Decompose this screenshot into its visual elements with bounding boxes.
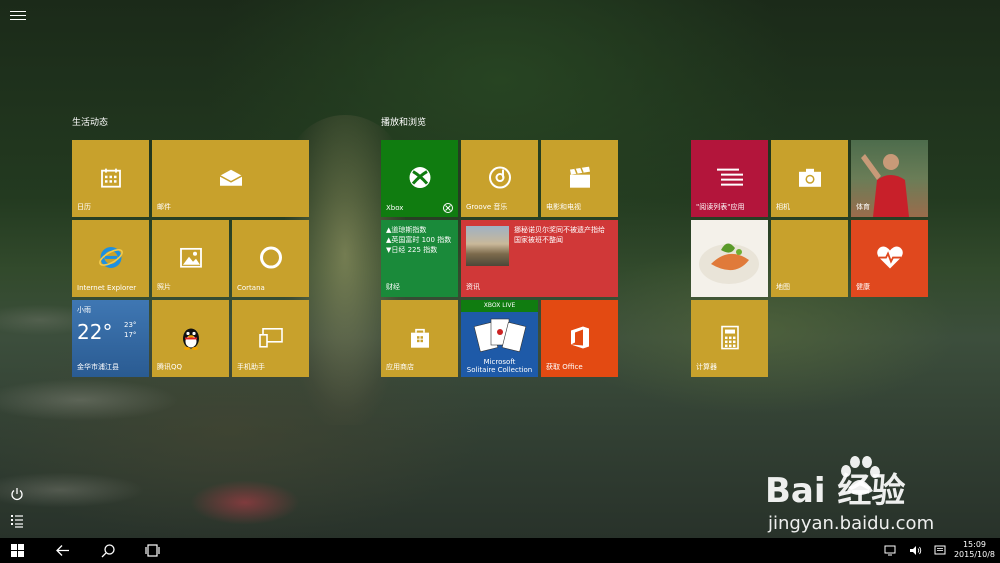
tile-get-office[interactable]: 获取 Office: [541, 300, 618, 377]
tile-qq[interactable]: 腾讯QQ: [152, 300, 229, 377]
finance-line: ▲道琼斯指数: [386, 226, 427, 234]
solitaire-line-2: Solitaire Collection: [466, 366, 533, 374]
tile-label: 腾讯QQ: [157, 363, 183, 371]
tile-movies-tv[interactable]: 电影和电视: [541, 140, 618, 217]
group-title-life: 生活动态: [72, 118, 109, 128]
solitaire-title: Microsoft Solitaire Collection: [461, 358, 538, 374]
tile-label: 地图: [776, 283, 790, 291]
tile-label: 手机助手: [237, 363, 265, 371]
solitaire-line-1: Microsoft: [483, 358, 516, 366]
cortana-icon: [259, 246, 282, 269]
tile-internet-explorer[interactable]: Internet Explorer: [72, 220, 149, 297]
clock-date: 2015/10/8: [953, 550, 995, 559]
background-shoes: [190, 480, 300, 525]
finance-line: ▲英国富时 100 指数: [386, 236, 452, 244]
tile-calendar[interactable]: 日历: [72, 140, 149, 217]
tile-weather[interactable]: 小雨 22° 23° 17° 金华市浦江县: [72, 300, 149, 377]
weather-high: 23°: [124, 321, 137, 329]
search-icon[interactable]: [101, 544, 115, 558]
store-bag-icon: [410, 328, 429, 348]
calculator-icon: [720, 325, 739, 349]
playing-cards-icon: [473, 318, 527, 353]
tile-label: 电影和电视: [546, 203, 581, 211]
news-image: [466, 226, 509, 266]
tile-label: Groove 音乐: [466, 203, 508, 211]
tile-label: 日历: [77, 203, 91, 211]
baidu-watermark: Bai 经验 jingyan.baidu.com: [765, 455, 965, 540]
clock-time: 15:09: [962, 540, 987, 549]
weather-location: 金华市浦江县: [77, 363, 119, 371]
watermark-brand: Bai 经验: [765, 471, 906, 511]
xbox-icon: [409, 166, 430, 188]
news-headline: 挪秘诺贝尔奖同不被遗产指给 国家被班不整闻: [514, 226, 605, 244]
finance-line: ▼日经 225 指数: [386, 246, 438, 254]
tile-xbox[interactable]: Xbox: [381, 140, 458, 217]
mail-icon: [219, 169, 242, 186]
weather-condition: 小雨: [77, 306, 91, 314]
xbox-live-banner: XBOX LIVE: [461, 300, 538, 312]
tile-phone-companion[interactable]: 手机助手: [232, 300, 309, 377]
weather-temperature: 22°: [77, 320, 113, 344]
phone-companion-icon: [258, 327, 283, 348]
clock[interactable]: 15:09 2015/10/8: [954, 540, 995, 560]
start-windows-icon[interactable]: [11, 544, 24, 557]
weather-low: 17°: [124, 331, 137, 339]
tile-mail[interactable]: 邮件: [152, 140, 309, 217]
volume-icon[interactable]: [909, 545, 922, 556]
clapperboard-icon: [569, 166, 590, 188]
tile-label: 财经: [386, 283, 400, 291]
tile-label: "阅读列表"应用: [696, 203, 745, 211]
food-image: [699, 243, 759, 284]
network-icon[interactable]: [884, 545, 896, 556]
back-arrow-icon[interactable]: [56, 544, 70, 557]
office-icon: [570, 326, 589, 349]
qq-penguin-icon: [182, 327, 199, 350]
tile-reading-list[interactable]: "阅读列表"应用: [691, 140, 768, 217]
tile-food-drink[interactable]: [691, 220, 768, 297]
tile-news[interactable]: 挪秘诺贝尔奖同不被遗产指给 国家被班不整闻 资讯: [461, 220, 618, 297]
reading-list-icon: [716, 168, 743, 186]
tile-cortana[interactable]: Cortana: [232, 220, 309, 297]
camera-icon: [798, 168, 821, 187]
finance-indices: ▲道琼斯指数 ▲英国富时 100 指数 ▼日经 225 指数: [386, 225, 451, 255]
calendar-icon: [100, 168, 121, 188]
tile-label: 获取 Office: [546, 363, 583, 371]
tile-label: 应用商店: [386, 363, 414, 371]
tile-camera[interactable]: 相机: [771, 140, 848, 217]
tile-label: 资讯: [466, 283, 480, 291]
xbox-badge-icon: [443, 203, 453, 213]
menu-icon[interactable]: [10, 8, 26, 24]
tile-calculator[interactable]: 计算器: [691, 300, 768, 377]
tile-solitaire[interactable]: XBOX LIVE Microsoft Solitaire Collection: [461, 300, 538, 377]
action-center-icon[interactable]: [934, 545, 946, 556]
groove-music-icon: [488, 166, 511, 189]
all-apps-icon[interactable]: [10, 514, 24, 528]
tile-label: 相机: [776, 203, 790, 211]
tile-label: Cortana: [237, 284, 265, 292]
tile-label: Xbox: [386, 204, 404, 212]
taskbar: 15:09 2015/10/8: [0, 538, 1000, 563]
tile-label: 体育: [856, 203, 870, 211]
internet-explorer-icon: [98, 246, 123, 268]
tile-health[interactable]: 健康: [851, 220, 928, 297]
power-icon[interactable]: [10, 487, 24, 501]
tile-maps[interactable]: 地图: [771, 220, 848, 297]
tile-groove-music[interactable]: Groove 音乐: [461, 140, 538, 217]
tile-label: 健康: [856, 283, 870, 291]
tile-photos[interactable]: 照片: [152, 220, 229, 297]
watermark-url: jingyan.baidu.com: [768, 513, 935, 534]
tile-store[interactable]: 应用商店: [381, 300, 458, 377]
tile-label: 照片: [157, 283, 171, 291]
tile-label: 邮件: [157, 203, 171, 211]
tile-sports[interactable]: 体育: [851, 140, 928, 217]
tile-label: Internet Explorer: [77, 284, 137, 292]
group-title-play: 播放和浏览: [381, 118, 427, 128]
tile-finance[interactable]: ▲道琼斯指数 ▲英国富时 100 指数 ▼日经 225 指数 财经: [381, 220, 458, 297]
photos-icon: [179, 247, 202, 268]
task-view-icon[interactable]: [145, 544, 160, 557]
heart-pulse-icon: [876, 246, 903, 269]
tile-label: 计算器: [696, 363, 717, 371]
